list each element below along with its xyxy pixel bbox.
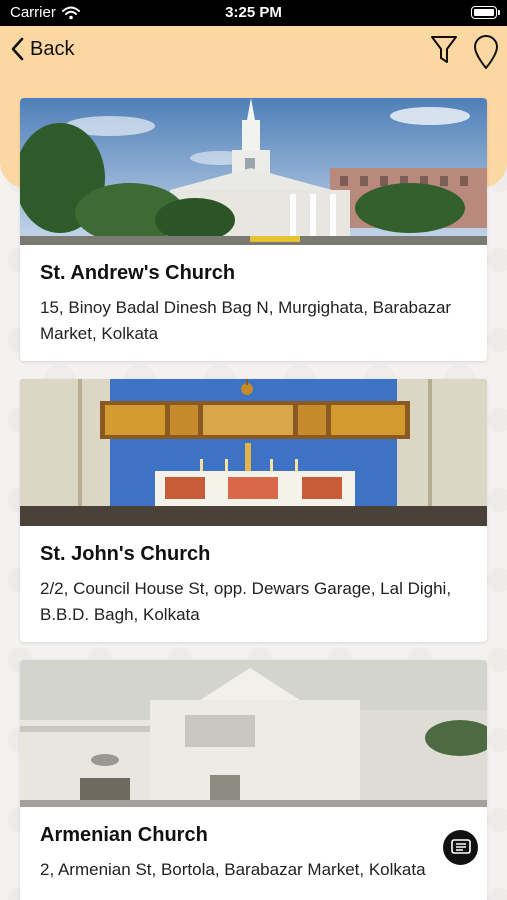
back-label: Back xyxy=(30,37,75,60)
battery-icon xyxy=(471,6,500,19)
map-pin-icon xyxy=(474,35,498,69)
church-card[interactable]: Armenian Church 2, Armenian St, Bortola,… xyxy=(20,660,487,900)
church-card[interactable]: St. Andrew's Church 15, Binoy Badal Dine… xyxy=(20,98,487,361)
church-address: 15, Binoy Badal Dinesh Bag N, Murgighata… xyxy=(40,298,452,343)
chat-icon xyxy=(450,838,471,854)
church-name: St. Andrew's Church xyxy=(40,262,236,284)
church-photo xyxy=(20,98,487,245)
clock: 3:25 PM xyxy=(225,4,282,21)
church-name: St. John's Church xyxy=(40,543,211,565)
filter-icon xyxy=(431,36,457,63)
map-button[interactable] xyxy=(472,34,500,75)
church-name: Armenian Church xyxy=(40,824,208,846)
church-photo xyxy=(20,660,487,807)
back-button[interactable]: Back xyxy=(10,37,74,61)
church-address: 2, Armenian St, Bortola, Barabazar Marke… xyxy=(40,860,426,879)
church-photo xyxy=(20,379,487,526)
filter-button[interactable] xyxy=(430,34,458,71)
chat-button[interactable] xyxy=(443,830,478,865)
back-chevron-icon xyxy=(11,37,24,61)
church-address: 2/2, Council House St, opp. Dewars Garag… xyxy=(40,579,452,624)
status-bar: Carrier 3:25 PM xyxy=(0,0,507,26)
church-card[interactable]: St. John's Church 2/2, Council House St,… xyxy=(20,379,487,642)
